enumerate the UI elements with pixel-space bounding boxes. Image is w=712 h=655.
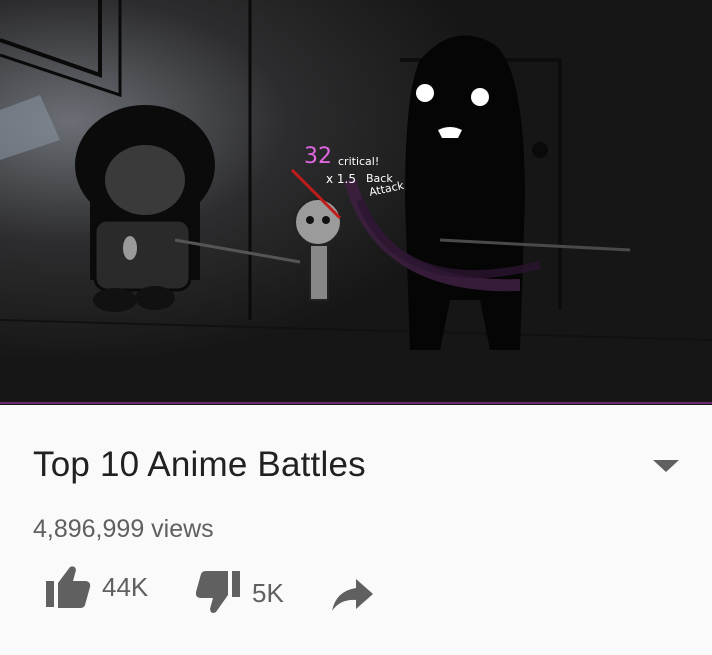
like-button[interactable]: 44K bbox=[44, 565, 148, 609]
overlay-damage-text: 32 bbox=[304, 144, 332, 169]
chevron-down-icon bbox=[653, 460, 679, 472]
like-count: 44K bbox=[102, 571, 149, 602]
video-player[interactable]: 32 critical! x 1.5 Back Attack bbox=[0, 0, 712, 405]
share-button[interactable] bbox=[330, 577, 374, 613]
dislike-count: 5K bbox=[252, 577, 284, 608]
thumbs-up-icon bbox=[46, 566, 91, 608]
share-arrow-icon bbox=[332, 579, 373, 611]
view-count: 4,896,999 views bbox=[33, 515, 214, 543]
thumbs-down-icon bbox=[196, 571, 240, 613]
action-bar: 44K 5K bbox=[0, 565, 712, 625]
overlay-critical-text: critical! bbox=[338, 155, 379, 168]
expand-description-button[interactable] bbox=[648, 453, 684, 477]
video-title: Top 10 Anime Battles bbox=[33, 445, 366, 484]
video-info-panel: Top 10 Anime Battles 4,896,999 views 44K… bbox=[0, 405, 712, 655]
dislike-button[interactable]: 5K bbox=[196, 571, 284, 615]
video-frame: 32 critical! x 1.5 Back Attack bbox=[0, 0, 712, 405]
overlay-multiplier-text: x 1.5 bbox=[326, 172, 356, 186]
